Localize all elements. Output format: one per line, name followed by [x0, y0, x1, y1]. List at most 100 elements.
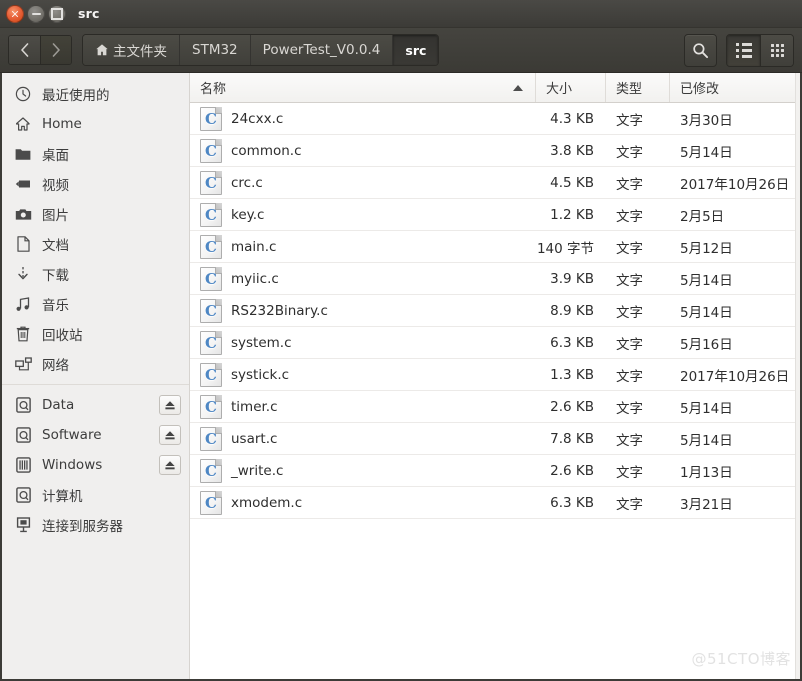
search-icon[interactable] [684, 33, 717, 67]
breadcrumb-label: src [405, 42, 427, 58]
file-modified: 5月14日 [680, 272, 733, 289]
file-size: 7.8 KB [550, 430, 594, 447]
file-name: 24cxx.c [231, 110, 284, 127]
table-row[interactable]: C RS232Binary.c 8.9 KB 文字 5月14日 [190, 295, 800, 327]
list-view-icon[interactable] [727, 34, 760, 66]
eject-icon[interactable] [159, 425, 181, 445]
close-icon[interactable] [6, 4, 24, 23]
file-name-cell: C common.c [190, 138, 536, 163]
minimize-icon[interactable] [27, 4, 45, 23]
file-manager-window: src 主文件夹 STM32 PowerTest_V0.0.4 src 最近使用… [0, 0, 802, 681]
sidebar-item-recent[interactable]: 最近使用的 [2, 79, 189, 109]
breadcrumb-label: PowerTest_V0.0.4 [262, 42, 381, 58]
vertical-scrollbar[interactable] [795, 73, 800, 679]
file-name: _write.c [231, 462, 284, 479]
sidebar-item-label: 网络 [42, 358, 69, 374]
eject-icon[interactable] [159, 395, 181, 415]
table-row[interactable]: C usart.c 7.8 KB 文字 5月14日 [190, 423, 800, 455]
file-size: 6.3 KB [550, 494, 594, 511]
breadcrumb-label: STM32 [192, 42, 238, 58]
sidebar-item-label: 最近使用的 [42, 88, 110, 104]
column-header-type[interactable]: 类型 [606, 73, 670, 102]
c-file-icon: C [200, 170, 222, 195]
sidebar-item-desktop[interactable]: 桌面 [2, 139, 189, 169]
table-row[interactable]: C myiic.c 3.9 KB 文字 5月14日 [190, 263, 800, 295]
sidebar-item-downloads[interactable]: 下载 [2, 259, 189, 289]
sidebar-item-label: 音乐 [42, 298, 69, 314]
column-header-name[interactable]: 名称 [190, 73, 536, 102]
sidebar-item-pictures[interactable]: 图片 [2, 199, 189, 229]
toolbar: 主文件夹 STM32 PowerTest_V0.0.4 src [0, 28, 802, 73]
file-type: 文字 [616, 304, 643, 321]
file-name: systick.c [231, 366, 290, 383]
window-controls [6, 4, 66, 23]
c-file-icon: C [200, 106, 222, 131]
titlebar: src [0, 0, 802, 28]
table-row[interactable]: C main.c 140 字节 文字 5月12日 [190, 231, 800, 263]
file-type: 文字 [616, 464, 643, 481]
maximize-icon[interactable] [48, 4, 66, 23]
file-type: 文字 [616, 336, 643, 353]
breadcrumb-label: 主文件夹 [113, 44, 167, 60]
file-name-cell: C systick.c [190, 362, 536, 387]
file-type: 文字 [616, 272, 643, 289]
file-modified: 2017年10月26日 [680, 176, 790, 193]
download-icon [14, 265, 32, 283]
forward-icon[interactable] [40, 36, 71, 64]
column-header-modified[interactable]: 已修改 [670, 73, 800, 102]
c-file-icon: C [200, 394, 222, 419]
sidebar-item-label: Data [42, 397, 75, 413]
grid-view-icon[interactable] [760, 34, 793, 66]
music-icon [14, 295, 32, 313]
sidebar-item-home[interactable]: Home [2, 109, 189, 139]
clock-icon [14, 85, 32, 103]
table-row[interactable]: C key.c 1.2 KB 文字 2月5日 [190, 199, 800, 231]
sidebar-item-trash[interactable]: 回收站 [2, 319, 189, 349]
sidebar-item-videos[interactable]: 视频 [2, 169, 189, 199]
eject-icon[interactable] [159, 455, 181, 475]
sidebar-item-software[interactable]: Software [2, 420, 189, 450]
sidebar-item-windows[interactable]: Windows [2, 450, 189, 480]
table-row[interactable]: C 24cxx.c 4.3 KB 文字 3月30日 [190, 103, 800, 135]
table-row[interactable]: C crc.c 4.5 KB 文字 2017年10月26日 [190, 167, 800, 199]
table-row[interactable]: C systick.c 1.3 KB 文字 2017年10月26日 [190, 359, 800, 391]
table-row[interactable]: C _write.c 2.6 KB 文字 1月13日 [190, 455, 800, 487]
toolbar-actions [684, 33, 794, 67]
file-name: myiic.c [231, 270, 279, 287]
column-header-label: 大小 [546, 82, 573, 97]
sidebar-item-computer[interactable]: 计算机 [2, 480, 189, 510]
sidebar-item-connect-to-server[interactable]: 连接到服务器 [2, 510, 189, 540]
file-type: 文字 [616, 368, 643, 385]
back-icon[interactable] [9, 36, 40, 64]
video-icon [14, 175, 32, 193]
file-type: 文字 [616, 176, 643, 193]
table-row[interactable]: C system.c 6.3 KB 文字 5月16日 [190, 327, 800, 359]
file-size: 1.2 KB [550, 206, 594, 223]
navigation-buttons [8, 35, 72, 65]
sidebar-item-label: Home [42, 116, 82, 132]
table-row[interactable]: C common.c 3.8 KB 文字 5月14日 [190, 135, 800, 167]
file-name: key.c [231, 206, 265, 223]
file-name: usart.c [231, 430, 278, 447]
file-name-cell: C 24cxx.c [190, 106, 536, 131]
file-modified: 5月12日 [680, 240, 733, 257]
home-icon [14, 115, 32, 133]
table-row[interactable]: C xmodem.c 6.3 KB 文字 3月21日 [190, 487, 800, 519]
sidebar-item-label: 桌面 [42, 148, 69, 164]
table-row[interactable]: C timer.c 2.6 KB 文字 5月14日 [190, 391, 800, 423]
sidebar-item-data[interactable]: Data [2, 390, 189, 420]
file-modified: 5月14日 [680, 144, 733, 161]
breadcrumb-item-stm32[interactable]: STM32 [180, 35, 251, 65]
sidebar-item-label: 连接到服务器 [42, 519, 123, 535]
breadcrumb-item-home[interactable]: 主文件夹 [83, 35, 180, 65]
column-header-size[interactable]: 大小 [536, 73, 606, 102]
sidebar-item-network[interactable]: 网络 [2, 349, 189, 379]
sidebar-item-documents[interactable]: 文档 [2, 229, 189, 259]
c-file-icon: C [200, 330, 222, 355]
breadcrumb-item-powertest[interactable]: PowerTest_V0.0.4 [250, 35, 394, 65]
sidebar-item-music[interactable]: 音乐 [2, 289, 189, 319]
column-header-label: 名称 [200, 82, 227, 97]
file-modified: 3月30日 [680, 112, 733, 129]
breadcrumb-item-src[interactable]: src [393, 35, 439, 65]
c-file-icon: C [200, 362, 222, 387]
